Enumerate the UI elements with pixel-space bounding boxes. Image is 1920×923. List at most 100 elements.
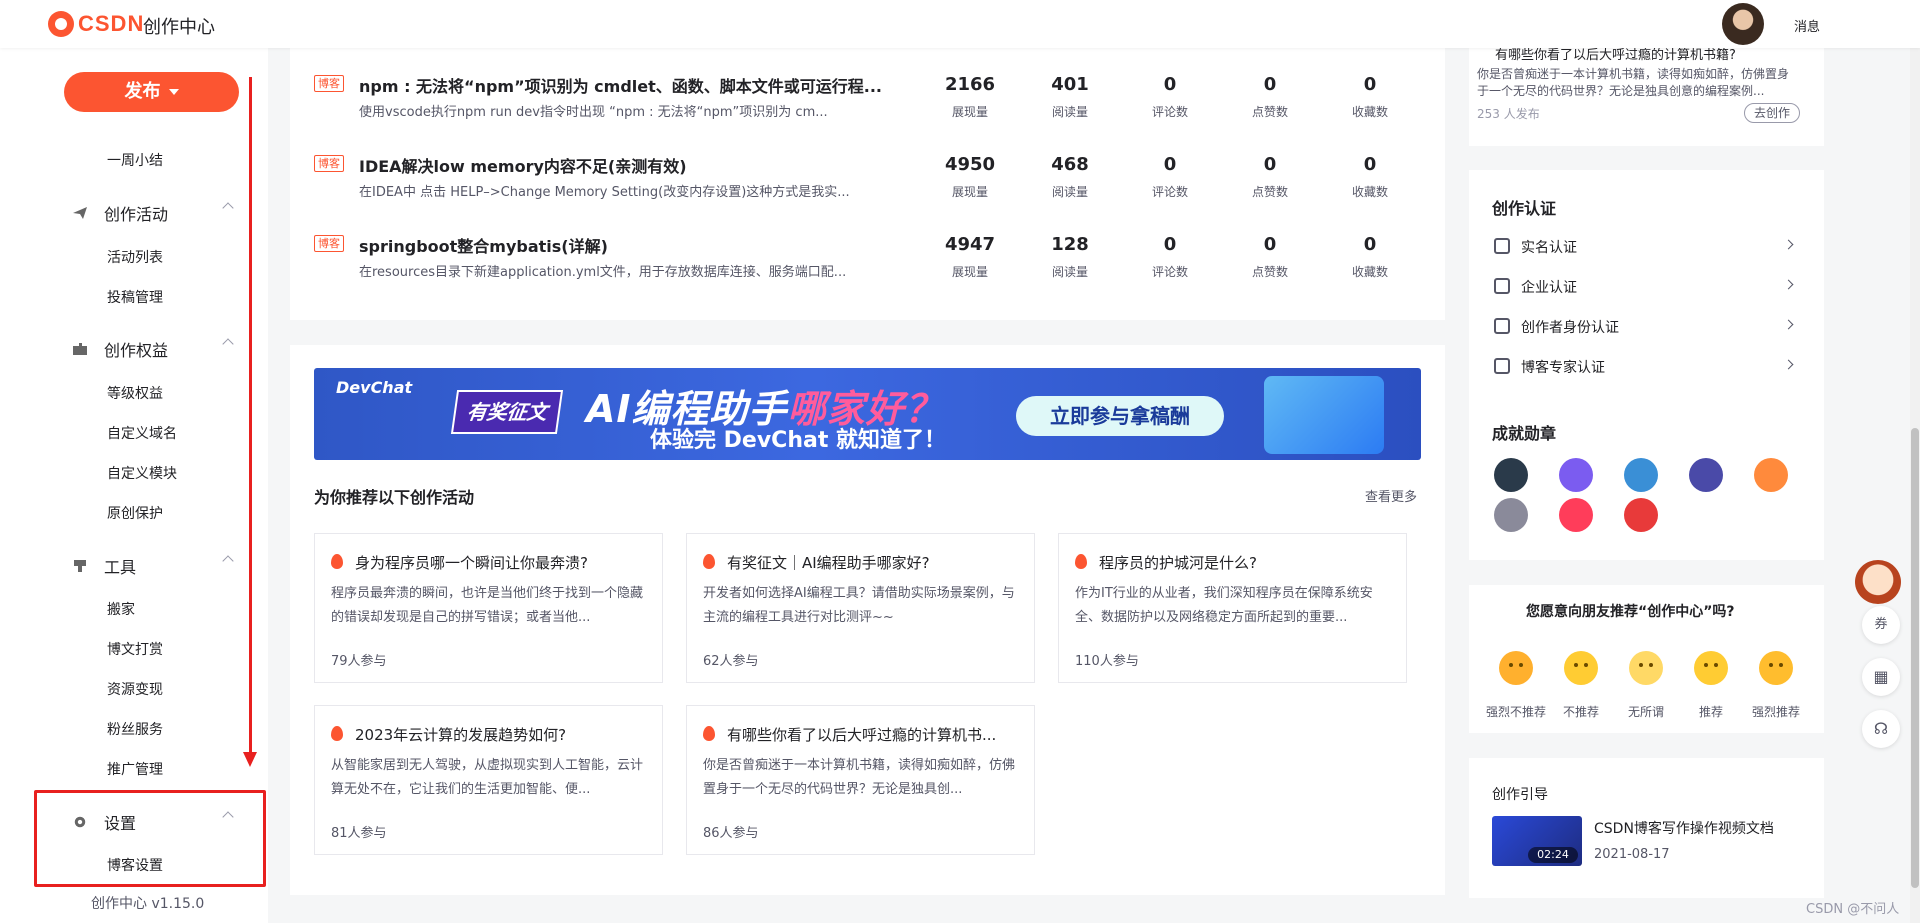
survey-option[interactable]: 推荐 — [1676, 703, 1746, 720]
sidebar-item-original-protect[interactable]: 原创保护 — [107, 503, 163, 523]
scrollbar-thumb[interactable] — [1911, 428, 1919, 888]
survey-option[interactable]: 无所谓 — [1611, 703, 1681, 720]
auth-title: 创作认证 — [1492, 199, 1557, 218]
survey-option[interactable]: 强烈不推荐 — [1481, 703, 1551, 720]
auth-item-creator[interactable]: 创作者身份认证 — [1494, 315, 1798, 337]
sidebar-item-submissions[interactable]: 投稿管理 — [107, 287, 163, 307]
sidebar-item-weekly[interactable]: 一周小结 — [107, 150, 163, 170]
auth-item-enterprise[interactable]: 企业认证 — [1494, 275, 1798, 297]
see-more-link[interactable]: 查看更多 — [1365, 486, 1417, 505]
video-thumbnail[interactable]: 02:24 — [1492, 816, 1582, 866]
publish-button[interactable]: 发布 — [64, 72, 239, 112]
activity-card[interactable]: 程序员的护城河是什么? 作为IT行业的从业者，我们深知程序员在保障系统安全、数据… — [1058, 533, 1407, 683]
card-participants: 62人参与 — [703, 654, 759, 669]
auth-item-realname[interactable]: 实名认证 — [1494, 235, 1798, 257]
qrcode-icon[interactable]: ▦ — [1862, 658, 1900, 696]
fire-icon — [703, 726, 715, 741]
stat-likes: 0 点赞数 — [1251, 154, 1288, 199]
achievement-badge-icon[interactable] — [1559, 458, 1593, 492]
top-bar: CSDN 创作中心 消息 — [0, 0, 1920, 48]
article-title[interactable]: IDEA解决low memory内容不足(亲测有效) — [359, 153, 687, 177]
achievement-badge-icon[interactable] — [1624, 458, 1658, 492]
chevron-up-icon — [222, 555, 234, 567]
likely-emoji-icon[interactable] — [1694, 651, 1728, 685]
sidebar-item-custom-domain[interactable]: 自定义域名 — [107, 423, 177, 443]
article-row[interactable]: 博客 npm : 无法将“npm”项识别为 cmdlet、函数、脚本文件或可运行… — [314, 68, 1424, 138]
tool-icon — [74, 560, 86, 572]
survey-option[interactable]: 不推荐 — [1546, 703, 1616, 720]
neutral-emoji-icon[interactable] — [1629, 651, 1663, 685]
devchat-brand: DevChat — [336, 378, 413, 397]
card-title[interactable]: 有哪些你看了以后大呼过瘾的计算机书... — [727, 724, 996, 745]
sidebar-item-migrate[interactable]: 搬家 — [107, 599, 135, 619]
achievement-badge-icon[interactable] — [1689, 458, 1723, 492]
sidebar-item-monetize[interactable]: 资源变现 — [107, 679, 163, 699]
gift-icon — [73, 343, 87, 355]
achievement-badge-icon[interactable] — [1494, 458, 1528, 492]
activity-card[interactable]: 有哪些你看了以后大呼过瘾的计算机书... 你是否曾痴迷于一本计算机书籍，读得如痴… — [686, 705, 1035, 855]
banner-cta-button[interactable]: 立即参与拿稿酬 — [1016, 396, 1224, 436]
headset-icon[interactable]: ☊ — [1862, 710, 1900, 748]
card-title[interactable]: 有奖征文｜AI编程助手哪家好? — [727, 552, 930, 573]
card-title[interactable]: 身为程序员哪一个瞬间让你最奔溃? — [355, 552, 588, 573]
sidebar-group-activities[interactable]: 创作活动 — [72, 201, 234, 225]
sidebar-item-fan-service[interactable]: 粉丝服务 — [107, 719, 163, 739]
go-create-button[interactable]: 去创作 — [1744, 103, 1800, 123]
sidebar-item-activity-list[interactable]: 活动列表 — [107, 247, 163, 267]
sidebar-item-level-benefits[interactable]: 等级权益 — [107, 383, 163, 403]
activity-card[interactable]: 身为程序员哪一个瞬间让你最奔溃? 程序员最奔溃的瞬间，也许是当他们终于找到一个隐… — [314, 533, 663, 683]
very-unlikely-emoji-icon[interactable] — [1499, 651, 1533, 685]
stat-comments: 0 评论数 — [1151, 234, 1188, 279]
card-desc: 作为IT行业的从业者，我们深知程序员在保障系统安全、数据防护以及网络稳定方面所起… — [1075, 586, 1373, 625]
card-participants: 110人参与 — [1075, 654, 1139, 669]
messages-link[interactable]: 消息 — [1794, 16, 1820, 35]
avatar[interactable] — [1722, 3, 1764, 45]
csdn-logo[interactable]: CSDN — [48, 11, 144, 37]
article-title[interactable]: npm : 无法将“npm”项识别为 cmdlet、函数、脚本文件或可运行程..… — [359, 73, 882, 97]
coupon-button[interactable]: 券 — [1862, 606, 1900, 644]
survey-option[interactable]: 强烈推荐 — [1741, 703, 1811, 720]
card-participants: 86人参与 — [703, 826, 759, 841]
sidebar-item-reward[interactable]: 博文打赏 — [107, 639, 163, 659]
activity-card[interactable]: 2023年云计算的发展趋势如何? 从智能家居到无人驾驶，从虚拟现实到人工智能，云… — [314, 705, 663, 855]
chevron-right-icon — [1783, 359, 1794, 370]
stat-favorites: 0 收藏数 — [1351, 234, 1388, 279]
mascot-icon[interactable] — [1855, 560, 1901, 604]
achievement-badge-icon[interactable] — [1624, 498, 1658, 532]
achievement-badge-icon[interactable] — [1494, 498, 1528, 532]
very-likely-emoji-icon[interactable] — [1759, 651, 1793, 685]
article-title[interactable]: springboot整合mybatis(详解) — [359, 233, 608, 257]
chevron-right-icon — [1783, 239, 1794, 250]
blog-tag: 博客 — [314, 235, 344, 252]
sidebar-item-custom-module[interactable]: 自定义模块 — [107, 463, 177, 483]
article-desc: 在resources目录下新建application.yml文件，用于存放数据库… — [359, 265, 847, 280]
fire-icon — [703, 554, 715, 569]
stat-favorites: 0 收藏数 — [1351, 74, 1388, 119]
guide-item-title[interactable]: CSDN博客写作操作视频文档 — [1594, 818, 1774, 838]
stat-likes: 0 点赞数 — [1251, 234, 1288, 279]
auth-item-expert[interactable]: 博客专家认证 — [1494, 355, 1798, 377]
card-participants: 81人参与 — [331, 826, 387, 841]
promo-count: 253 人发布 — [1477, 107, 1540, 121]
card-title[interactable]: 2023年云计算的发展趋势如何? — [355, 724, 566, 745]
stat-likes: 0 点赞数 — [1251, 74, 1288, 119]
chevron-up-icon — [222, 202, 234, 214]
stat-views: 2166 展现量 — [944, 74, 996, 119]
annotation-highlight-box — [34, 790, 266, 887]
devchat-banner[interactable]: DevChat 有奖征文 AI编程助手哪家好？ 体验完 DevChat 就知道了… — [314, 368, 1421, 460]
sidebar-group-benefits[interactable]: 创作权益 — [72, 337, 234, 361]
article-desc: 在IDEA中 点击 HELP–>Change Memory Setting(改变… — [359, 185, 850, 200]
article-row[interactable]: 博客 IDEA解决low memory内容不足(亲测有效) 在IDEA中 点击 … — [314, 148, 1424, 218]
achievement-badge-icon[interactable] — [1559, 498, 1593, 532]
unlikely-emoji-icon[interactable] — [1564, 651, 1598, 685]
stat-reads: 128 阅读量 — [1051, 234, 1089, 279]
card-title[interactable]: 程序员的护城河是什么? — [1099, 552, 1257, 573]
sidebar-item-promotion[interactable]: 推广管理 — [107, 759, 163, 779]
version-label: 创作中心 v1.15.0 — [91, 896, 205, 912]
fire-icon — [331, 554, 343, 569]
activity-card[interactable]: 有奖征文｜AI编程助手哪家好? 开发者如何选择AI编程工具？请借助实际场景案例，… — [686, 533, 1035, 683]
chevron-right-icon — [1783, 319, 1794, 330]
sidebar-group-tools[interactable]: 工具 — [72, 554, 234, 578]
achievement-badge-icon[interactable] — [1754, 458, 1788, 492]
article-row[interactable]: 博客 springboot整合mybatis(详解) 在resources目录下… — [314, 228, 1424, 298]
